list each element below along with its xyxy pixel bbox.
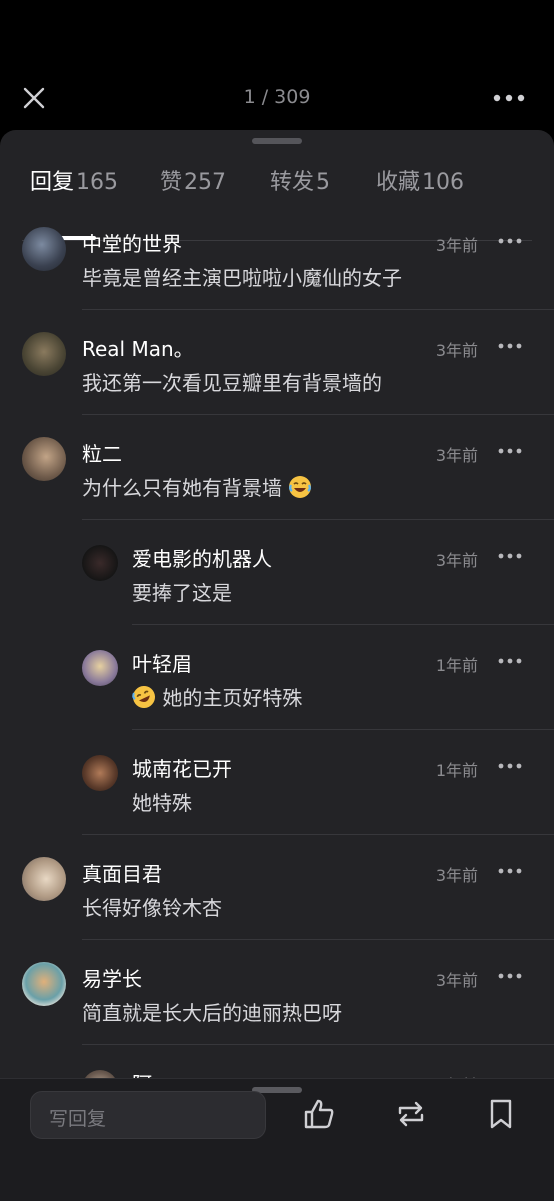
comments-sheet: 回复165 赞257 转发5 收藏106 中堂的世界 3年前 毕竟是曾经主演巴啦… [0,130,554,1200]
face-with-tears-of-joy-icon [289,476,312,498]
reply-item[interactable]: 爱电影的机器人 3年前 要捧了这是 [0,525,554,630]
comment-text: 长得好像铃木杏 [82,896,222,920]
divider [82,939,554,940]
more-icon[interactable] [498,654,522,668]
avatar[interactable] [22,857,66,901]
avatar[interactable] [82,545,118,581]
comment-time: 3年前 [435,866,478,885]
tab-label: 转发 [270,170,315,195]
tab-collections[interactable]: 收藏106 [376,164,464,196]
comment-text: 毕竟是曾经主演巴啦啦小魔仙的女子 [82,266,402,290]
more-icon[interactable] [498,234,522,248]
commenter-name[interactable]: 真面目君 [82,858,162,887]
commenter-name[interactable]: 中堂的世界 [82,228,182,257]
tab-label: 赞 [160,170,183,195]
avatar[interactable] [22,332,66,376]
comment-text: 简直就是长大后的迪丽热巴呀 [82,1001,342,1025]
bookmark-icon[interactable] [484,1097,518,1131]
comment-item[interactable]: Real Man。 3年前 我还第一次看见豆瓣里有背景墙的 [0,315,554,420]
comment-item[interactable]: 易学长 3年前 简直就是长大后的迪丽热巴呀 [0,945,554,1050]
more-icon[interactable] [498,549,522,563]
reply-item[interactable]: 城南花已开 1年前 她特殊 [0,735,554,840]
tab-count: 5 [316,170,331,195]
avatar[interactable] [22,227,66,271]
sheet-handle[interactable] [252,138,302,144]
comment-text: 她特殊 [132,791,192,815]
tab-reposts[interactable]: 转发5 [270,164,330,196]
tab-count: 106 [422,170,465,195]
commenter-name[interactable]: 易学长 [82,963,142,992]
comment-text-body: 她的主页好特殊 [162,686,303,710]
bottom-action-bar: 写回复 [0,1078,554,1201]
divider [82,309,554,310]
tab-label: 收藏 [376,170,421,195]
tab-label: 回复 [30,170,75,195]
comment-time: 3年前 [435,971,478,990]
divider [132,729,554,730]
tab-count: 257 [184,170,227,195]
tab-replies[interactable]: 回复165 [30,164,118,196]
more-horizontal-icon[interactable] [492,88,526,108]
comment-item[interactable]: 真面目君 3年前 长得好像铃木杏 [0,840,554,945]
more-icon[interactable] [498,969,522,983]
comment-time: 3年前 [435,236,478,255]
reply-placeholder: 写回复 [49,1108,107,1130]
comment-text: 为什么只有她有背景墙 [82,472,312,501]
comment-time: 1年前 [435,656,478,675]
divider [82,414,554,415]
top-bar: 1 / 309 [0,0,554,130]
tab-count: 165 [76,170,119,195]
divider [82,834,554,835]
divider [82,519,554,520]
reply-item[interactable]: 叶轻眉 1年前 她的主页好特殊 [0,630,554,735]
commenter-name[interactable]: 爱电影的机器人 [132,543,272,572]
commenter-name[interactable]: 粒二 [82,438,122,467]
reply-input[interactable]: 写回复 [30,1091,266,1139]
rolling-on-floor-laughing-icon [132,686,155,708]
commenter-name[interactable]: Real Man。 [82,333,194,362]
tab-bar: 回复165 赞257 转发5 收藏106 [0,160,554,241]
comment-item[interactable]: 粒二 3年前 为什么只有她有背景墙 [0,420,554,525]
comment-text-body: 为什么只有她有背景墙 [82,476,282,500]
avatar[interactable] [82,650,118,686]
more-icon[interactable] [498,339,522,353]
avatar[interactable] [22,962,66,1006]
comment-item[interactable]: 中堂的世界 3年前 毕竟是曾经主演巴啦啦小魔仙的女子 [0,210,554,315]
more-icon[interactable] [498,444,522,458]
divider [82,1044,554,1045]
comment-text: 她的主页好特殊 [132,682,302,711]
thumbs-up-icon[interactable] [302,1097,336,1131]
avatar[interactable] [82,755,118,791]
tab-likes[interactable]: 赞257 [160,164,226,196]
repost-icon[interactable] [394,1097,428,1131]
more-icon[interactable] [498,864,522,878]
more-icon[interactable] [498,759,522,773]
comment-text: 要捧了这是 [132,581,232,605]
comment-time: 3年前 [435,551,478,570]
commenter-name[interactable]: 城南花已开 [132,753,232,782]
comment-time: 3年前 [435,446,478,465]
comment-time: 3年前 [435,341,478,360]
divider [132,624,554,625]
image-counter: 1 / 309 [243,86,311,108]
comment-time: 1年前 [435,761,478,780]
commenter-name[interactable]: 叶轻眉 [132,648,192,677]
comment-text: 我还第一次看见豆瓣里有背景墙的 [82,371,382,395]
avatar[interactable] [22,437,66,481]
